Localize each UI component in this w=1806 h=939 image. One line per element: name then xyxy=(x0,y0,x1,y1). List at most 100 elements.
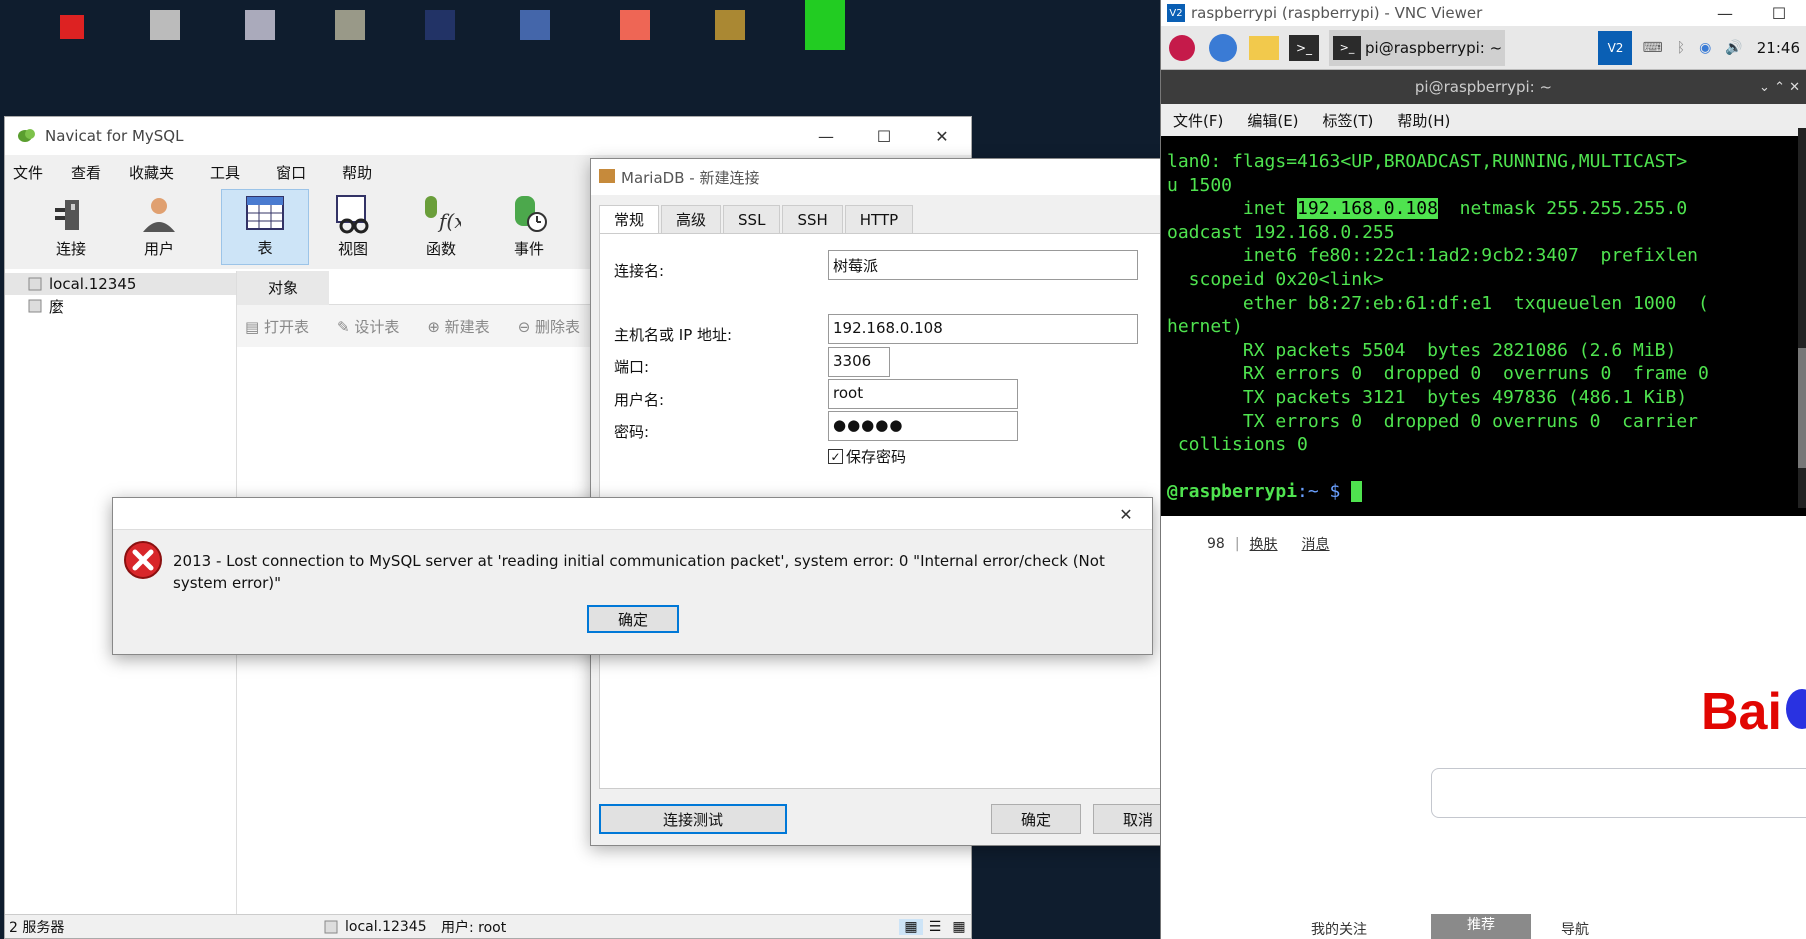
skin-link[interactable]: 换肤 xyxy=(1250,534,1278,554)
tree-item-connection[interactable]: local.12345 xyxy=(5,273,236,295)
desktop-icon[interactable] xyxy=(715,10,745,40)
menu-favorites[interactable]: 收藏夹 xyxy=(121,162,202,183)
terminal-output[interactable]: lan0: flags=4163<UP,BROADCAST,RUNNING,MU… xyxy=(1161,136,1806,516)
terminal-titlebar: pi@raspberrypi: ~ ⌄ ⌃ ✕ xyxy=(1161,70,1806,104)
tool-user-button[interactable]: 用户 xyxy=(115,189,203,265)
search-input[interactable] xyxy=(1431,768,1806,818)
desktop-icon[interactable] xyxy=(520,10,550,40)
vnc-server-icon[interactable]: V2 xyxy=(1598,30,1633,65)
vnc-logo-icon: V2 xyxy=(1167,4,1185,22)
tab-recommend[interactable]: 推荐 xyxy=(1431,914,1531,939)
tab-general[interactable]: 常规 xyxy=(599,205,660,233)
taskbar-terminal-window[interactable]: >_ pi@raspberrypi: ~ xyxy=(1329,29,1505,66)
checkbox-checked-icon[interactable]: ✓ xyxy=(828,449,843,464)
tree-item-connection[interactable]: 麼 xyxy=(5,295,236,317)
error-icon xyxy=(124,541,162,579)
host-label: 主机名或 IP 地址: xyxy=(614,326,733,344)
desktop-icon[interactable] xyxy=(150,10,180,40)
cursor xyxy=(1351,481,1363,503)
menu-file[interactable]: 文件 xyxy=(5,162,63,183)
tab-ssh[interactable]: SSH xyxy=(782,205,843,233)
terminal-scrollbar[interactable] xyxy=(1798,128,1806,508)
maximize-icon[interactable]: ☐ xyxy=(855,117,913,155)
terminal-menu-tabs[interactable]: 标签(T) xyxy=(1311,110,1386,131)
maximize-icon[interactable]: ☐ xyxy=(1752,0,1806,26)
list-view-icon[interactable]: ☰ xyxy=(923,919,947,935)
terminal-menu-help[interactable]: 帮助(H) xyxy=(1385,110,1462,131)
desktop-icon[interactable] xyxy=(620,10,650,40)
browser-icon[interactable] xyxy=(1209,33,1237,62)
error-titlebar: ✕ xyxy=(113,498,1152,530)
menu-view[interactable]: 查看 xyxy=(63,162,121,183)
tool-event-button[interactable]: 事件 xyxy=(485,189,573,265)
connection-icon xyxy=(28,299,42,313)
message-link[interactable]: 消息 xyxy=(1302,534,1330,554)
desktop-icon[interactable] xyxy=(245,10,275,40)
tab-follow[interactable]: 我的关注 xyxy=(1281,919,1431,939)
desktop-icons xyxy=(30,0,930,80)
baidu-paw-icon xyxy=(1785,689,1806,729)
detail-view-icon[interactable]: ▦ xyxy=(947,919,971,935)
desktop-icon[interactable] xyxy=(805,0,845,50)
tab-http[interactable]: HTTP xyxy=(844,205,914,233)
mariadb-icon xyxy=(599,169,615,183)
port-field[interactable]: 3306 xyxy=(828,347,890,377)
open-table-button[interactable]: ▤ 打开表 xyxy=(245,316,323,337)
ok-button[interactable]: 确定 xyxy=(991,804,1081,834)
terminal-title: pi@raspberrypi: ~ xyxy=(1414,78,1553,96)
tab-objects[interactable]: 对象 xyxy=(237,270,329,305)
navicat-titlebar: Navicat for MySQL — ☐ ✕ xyxy=(5,117,971,155)
minimize-icon[interactable]: — xyxy=(797,117,855,155)
folder-icon[interactable] xyxy=(1249,35,1279,60)
close-icon[interactable]: ✕ xyxy=(913,117,971,155)
grid-view-icon[interactable]: ▦ xyxy=(899,918,923,935)
status-bar: 2 服务器 local.12345 用户: root ▦ ☰ ▦ xyxy=(5,914,971,938)
desktop-icon[interactable] xyxy=(335,10,365,40)
desktop-icon[interactable] xyxy=(425,10,455,40)
svg-text:f(x): f(x) xyxy=(437,209,461,233)
bluetooth-icon[interactable]: ᛒ xyxy=(1677,40,1685,56)
ip-highlight: 192.168.0.108 xyxy=(1297,198,1438,220)
connection-test-button[interactable]: 连接测试 xyxy=(599,804,787,834)
error-dialog: ✕ 2013 - Lost connection to MySQL server… xyxy=(112,497,1153,655)
save-password-checkbox[interactable]: ✓ 保存密码 xyxy=(828,446,906,467)
menu-window[interactable]: 窗口 xyxy=(268,162,334,183)
error-ok-button[interactable]: 确定 xyxy=(587,605,679,633)
volume-icon[interactable]: 🔊 xyxy=(1725,40,1742,56)
user-label: 用户名: xyxy=(614,391,665,409)
conn-name-field[interactable]: 树莓派 xyxy=(828,250,1138,280)
tool-view-button[interactable]: 视图 xyxy=(309,189,397,265)
error-message: 2013 - Lost connection to MySQL server a… xyxy=(173,552,1105,592)
password-label: 密码: xyxy=(614,423,650,441)
tab-advanced[interactable]: 高级 xyxy=(661,205,722,233)
terminal-menu-edit[interactable]: 编辑(E) xyxy=(1235,110,1310,131)
tool-table-button[interactable]: 表 xyxy=(221,189,309,265)
vnc-viewer-window: V2 raspberrypi (raspberrypi) - VNC Viewe… xyxy=(1160,0,1806,939)
raspberry-menu-icon[interactable] xyxy=(1169,34,1195,61)
desktop-icon[interactable] xyxy=(60,15,84,39)
tab-navigation[interactable]: 导航 xyxy=(1531,919,1589,939)
terminal-menu-file[interactable]: 文件(F) xyxy=(1161,110,1235,131)
dialog-tabs: 常规 高级 SSL SSH HTTP xyxy=(591,195,1191,233)
wifi-icon[interactable]: ◉ xyxy=(1699,40,1711,56)
tool-function-button[interactable]: f(x) 函数 xyxy=(397,189,485,265)
menu-tools[interactable]: 工具 xyxy=(202,162,268,183)
close-icon[interactable]: ✕ xyxy=(1106,498,1146,530)
minimize-icon[interactable]: — xyxy=(1698,0,1752,26)
keyboard-icon[interactable]: ⌨ xyxy=(1642,40,1662,56)
terminal-window-controls[interactable]: ⌄ ⌃ ✕ xyxy=(1759,80,1800,95)
new-table-button[interactable]: ⊕ 新建表 xyxy=(427,316,503,337)
host-field[interactable]: 192.168.0.108 xyxy=(828,314,1138,344)
menu-help[interactable]: 帮助 xyxy=(334,162,392,183)
tool-connect-button[interactable]: 连接 xyxy=(27,189,115,265)
password-field[interactable]: ●●●●● xyxy=(828,411,1018,441)
terminal-icon[interactable]: >_ xyxy=(1289,34,1319,61)
baidu-logo: Bai xyxy=(1701,682,1806,742)
design-table-button[interactable]: ✎ 设计表 xyxy=(337,316,413,337)
delete-table-button[interactable]: ⊖ 删除表 xyxy=(518,316,594,337)
server-count: 2 服务器 xyxy=(9,919,65,936)
tab-ssl[interactable]: SSL xyxy=(723,205,781,233)
terminal-menu: 文件(F) 编辑(E) 标签(T) 帮助(H) xyxy=(1161,104,1806,136)
user-field[interactable]: root xyxy=(828,379,1018,409)
window-title: Navicat for MySQL xyxy=(45,127,184,145)
